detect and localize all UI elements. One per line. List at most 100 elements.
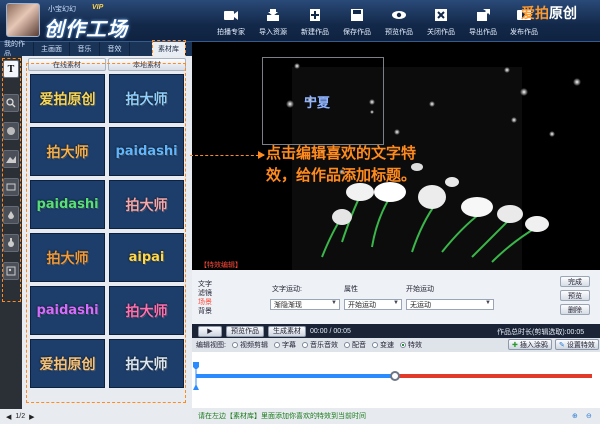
- insert-doodle-button[interactable]: ✚ 插入涂鸦: [508, 339, 552, 350]
- tab-music[interactable]: 音乐: [70, 42, 100, 56]
- record-expert-button[interactable]: 拍播专家: [210, 3, 252, 41]
- text-effect-sample: paidashi: [36, 197, 99, 212]
- effect-edit-panel: 文字 滤镜 场景 背景 文字运动: 属性 开始运动 渐隐渐现 ▼ 开始运动 ▼ 无运…: [192, 270, 600, 324]
- preview-button[interactable]: 预览: [560, 290, 590, 301]
- tab-main-screen[interactable]: 主画面: [34, 42, 70, 56]
- zoom-in-icon[interactable]: ⊕: [572, 412, 578, 420]
- text-effect-sample: paidashi: [36, 303, 99, 318]
- radio-icon: [371, 342, 378, 348]
- tab-online-materials[interactable]: 在线素材: [28, 58, 106, 71]
- mode-subtitle[interactable]: 字幕: [273, 340, 296, 350]
- attr-value: 开始运动: [348, 301, 376, 309]
- prev-page-button[interactable]: ◀: [6, 413, 11, 421]
- brand-part-a: 爱拍: [521, 5, 549, 21]
- mode-label: 配音: [351, 342, 366, 349]
- text-effect-sample: 拍大师: [125, 90, 168, 107]
- text-effect-tile[interactable]: paidashi: [30, 180, 105, 229]
- category-search[interactable]: [3, 94, 19, 112]
- text-effect-tile[interactable]: aipai: [109, 233, 184, 282]
- next-page-button[interactable]: ▶: [29, 413, 34, 421]
- delete-button[interactable]: 删除: [560, 304, 590, 315]
- camera-icon: [223, 7, 239, 23]
- callout-arrow-icon: [258, 151, 265, 159]
- mode-label: 字幕: [281, 342, 296, 349]
- tab-material-library[interactable]: 素材库: [152, 42, 186, 56]
- tab-sound-effects[interactable]: 音效: [100, 42, 130, 56]
- import-button[interactable]: 导入资源: [252, 3, 294, 41]
- text-effect-sample: aipai: [128, 250, 165, 265]
- category-drop[interactable]: [3, 206, 19, 224]
- text-effect-tile[interactable]: 爱拍原创: [30, 74, 105, 123]
- save-work-button[interactable]: 保存作品: [336, 3, 378, 41]
- category-paint[interactable]: [3, 234, 19, 252]
- start-motion-select[interactable]: 无运动 ▼: [406, 299, 494, 310]
- attr-label: 属性: [344, 286, 358, 293]
- start-motion-value: 无运动: [410, 301, 431, 309]
- category-sidebar: T: [0, 56, 22, 424]
- close-icon: [433, 7, 449, 23]
- mode-effects[interactable]: 特效: [399, 340, 422, 350]
- export-work-button[interactable]: 导出作品: [462, 3, 504, 41]
- category-effect[interactable]: [3, 122, 19, 140]
- playhead-handle[interactable]: [390, 371, 400, 381]
- category-frame[interactable]: [3, 178, 19, 196]
- app-title: 创作工场: [44, 17, 128, 41]
- zoom-out-icon[interactable]: ⊖: [586, 412, 592, 420]
- timeline-track[interactable]: [192, 352, 600, 408]
- preview-work-button[interactable]: 预览作品: [378, 3, 420, 41]
- attr-select[interactable]: 开始运动 ▼: [344, 299, 402, 310]
- text-motion-label: 文字运动:: [272, 286, 302, 293]
- start-motion-label: 开始运动: [406, 286, 434, 293]
- tutorial-callout: 点击编辑喜欢的文字特 效，给作品添加标题。: [266, 143, 476, 187]
- category-image[interactable]: [3, 262, 19, 280]
- preview-work-label: 预览作品: [385, 29, 413, 36]
- play-button[interactable]: ▶: [198, 325, 222, 337]
- text-effect-tile[interactable]: 爱拍原创: [30, 339, 105, 388]
- mode-speed[interactable]: 变速: [371, 340, 394, 350]
- text-effect-tile[interactable]: 拍大师: [109, 74, 184, 123]
- new-work-button[interactable]: 新建作品: [294, 3, 336, 41]
- text-effect-sample: 拍大师: [46, 143, 89, 160]
- edit-cat-text[interactable]: 文字: [198, 280, 222, 289]
- text-effect-sample: 爱拍原创: [39, 90, 96, 107]
- library-tabs: 我的作品 主画面 音乐 音效 素材库: [0, 41, 192, 58]
- text-effect-tile[interactable]: 拍大师: [109, 180, 184, 229]
- tab-my-works[interactable]: 我的作品: [0, 41, 34, 58]
- text-effect-tile[interactable]: 拍大师: [109, 286, 184, 335]
- done-button[interactable]: 完成: [560, 276, 590, 287]
- close-work-button[interactable]: 关闭作品: [420, 3, 462, 41]
- avatar[interactable]: [6, 3, 40, 37]
- main-toolbar: 拍播专家 导入资源 新建作品 保存作品 预览作品 关闭作品 导出作品 发布作品: [210, 3, 544, 41]
- total-duration: 作品总时长(剪辑选取):00:05: [497, 329, 585, 336]
- mode-video-edit[interactable]: 视频剪辑: [231, 340, 268, 350]
- edit-categories: 文字 滤镜 场景 背景: [198, 280, 222, 316]
- edit-cat-background[interactable]: 背景: [198, 307, 222, 316]
- text-effect-tile[interactable]: 拍大师: [109, 339, 184, 388]
- preview-work-small-button[interactable]: 预览作品: [226, 325, 264, 337]
- text-effect-tile[interactable]: 拍大师: [30, 233, 105, 282]
- text-motion-select[interactable]: 渐隐渐现 ▼: [270, 299, 340, 310]
- stage-title-text[interactable]: 宁夏: [304, 92, 330, 111]
- tab-local-materials[interactable]: 本地素材: [108, 58, 186, 71]
- mode-music[interactable]: 音乐音效: [301, 340, 338, 350]
- radio-icon: [231, 342, 238, 348]
- text-effect-sample: 拍大师: [46, 249, 89, 266]
- sparkle-icon: [7, 127, 15, 135]
- chevron-down-icon: ▼: [485, 300, 491, 306]
- generate-material-button[interactable]: 生成素材: [268, 325, 306, 337]
- text-effect-tile[interactable]: 拍大师: [30, 127, 105, 176]
- edit-cat-filter[interactable]: 滤镜: [198, 289, 222, 298]
- edit-cat-scene[interactable]: 场景: [198, 298, 222, 307]
- mode-voice[interactable]: 配音: [343, 340, 366, 350]
- text-effect-tile[interactable]: paidashi: [109, 127, 184, 176]
- text-effect-tile[interactable]: paidashi: [30, 286, 105, 335]
- effect-settings-button[interactable]: ✎ 设置特效: [555, 339, 599, 350]
- category-text[interactable]: T: [3, 60, 19, 78]
- view-label: 编辑视图:: [196, 342, 226, 349]
- category-scene[interactable]: [3, 150, 19, 168]
- export-icon: [475, 7, 491, 23]
- status-bar: 请在左边【素材库】里面添加你喜欢的特效到当前时间 ⊕ ⊖: [192, 408, 600, 424]
- library-pager: ◀ 1/2 ▶: [0, 409, 192, 424]
- plus-icon: ✚: [512, 341, 518, 349]
- search-icon: [6, 98, 16, 108]
